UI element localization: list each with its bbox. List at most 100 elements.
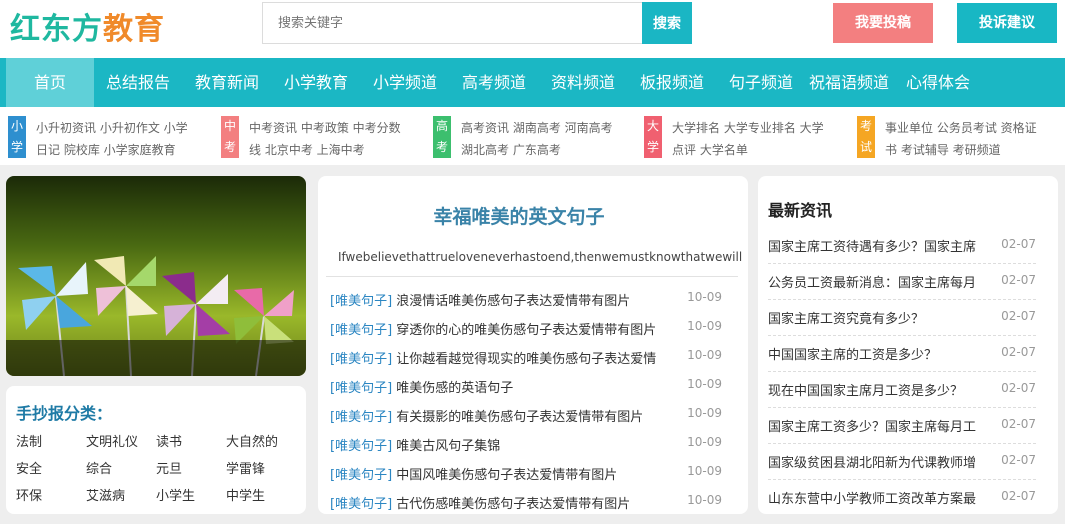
category-links-zhongkao-1[interactable]: 中考资讯 中考政策 中考分数 <box>249 119 421 136</box>
article-row[interactable]: [唯美句子] 古代伤感唯美伤感句子表达爱情带有图片 10-09 <box>330 493 722 513</box>
article-category[interactable]: [唯美句子] <box>330 352 392 367</box>
category-links-exam-1[interactable]: 事业单位 公务员考试 资格证 <box>885 119 1060 136</box>
nav-item-sentence-channel[interactable]: 句子频道 <box>729 58 793 107</box>
classify-item[interactable]: 大自然的 <box>226 431 278 450</box>
nav-item-experience[interactable]: 心得体会 <box>906 58 970 107</box>
site-logo[interactable]: 红东方教育 <box>10 4 165 48</box>
news-date: 02-07 <box>1001 381 1036 395</box>
logo-text-main: 红东方 <box>10 12 103 47</box>
nav-item-home[interactable]: 首页 <box>6 58 94 107</box>
classify-item[interactable]: 中学生 <box>226 485 265 504</box>
category-tag-zhongkao[interactable]: 中考 <box>221 116 239 158</box>
classify-item[interactable]: 元旦 <box>156 458 182 477</box>
classify-item[interactable]: 读书 <box>156 431 182 450</box>
nav-item-blackboard-channel[interactable]: 板报频道 <box>640 58 704 107</box>
article-date: 10-09 <box>687 348 722 362</box>
article-row[interactable]: [唯美句子] 浪漫情话唯美伤感句子表达爱情带有图片 10-09 <box>330 290 722 310</box>
category-links-university-2[interactable]: 点评 大学名单 <box>672 141 844 158</box>
nav-item-summary[interactable]: 总结报告 <box>106 58 170 107</box>
classify-item[interactable]: 法制 <box>16 431 42 450</box>
classify-item[interactable]: 安全 <box>16 458 42 477</box>
article-category[interactable]: [唯美句子] <box>330 381 392 396</box>
news-title[interactable]: 国家主席工资待遇有多少？国家主席 <box>768 236 994 255</box>
main-nav: 首页 总结报告 教育新闻 小学教育 小学频道 高考频道 资料频道 板报频道 句子… <box>0 58 1065 107</box>
category-links-exam-2[interactable]: 书 考试辅导 考研频道 <box>885 141 1060 158</box>
nav-item-education-news[interactable]: 教育新闻 <box>195 58 259 107</box>
classify-title: 手抄报分类： <box>16 404 113 423</box>
classify-item[interactable]: 小学生 <box>156 485 195 504</box>
article-category[interactable]: [唯美句子] <box>330 497 392 512</box>
news-row[interactable]: 中国国家主席的工资是多少？ 02-07 <box>768 336 1036 372</box>
news-row[interactable]: 现在中国国家主席月工资是多少？ 02-07 <box>768 372 1036 408</box>
article-category[interactable]: [唯美句子] <box>330 294 392 309</box>
news-row[interactable]: 公务员工资最新消息：国家主席每月 02-07 <box>768 264 1036 300</box>
classify-item[interactable]: 学雷锋 <box>226 458 265 477</box>
article-row[interactable]: [唯美句子] 中国风唯美伤感句子表达爱情带有图片 10-09 <box>330 464 722 484</box>
category-tag-exam[interactable]: 考试 <box>857 116 875 158</box>
submit-article-button[interactable]: 我要投稿 <box>833 3 933 43</box>
category-links-gaokao-1[interactable]: 高考资讯 湖南高考 河南高考 <box>461 119 633 136</box>
article-date: 10-09 <box>687 493 722 507</box>
article-row[interactable]: [唯美句子] 穿透你的心的唯美伤感句子表达爱情带有图片 10-09 <box>330 319 722 339</box>
article-title[interactable]: 让你越看越觉得现实的唯美伤感句子表达爱情 <box>396 348 656 367</box>
nav-item-primary-channel[interactable]: 小学频道 <box>373 58 437 107</box>
news-date: 02-07 <box>1001 345 1036 359</box>
news-title[interactable]: 中国国家主席的工资是多少？ <box>768 344 994 363</box>
article-title[interactable]: 穿透你的心的唯美伤感句子表达爱情带有图片 <box>396 319 656 338</box>
nav-item-primary-education[interactable]: 小学教育 <box>284 58 348 107</box>
news-date: 02-07 <box>1001 237 1036 251</box>
news-title[interactable]: 国家级贫困县湖北阳新为代课教师增 <box>768 452 994 471</box>
news-title[interactable]: 公务员工资最新消息：国家主席每月 <box>768 272 994 291</box>
category-links-university-1[interactable]: 大学排名 大学专业排名 大学 <box>672 119 844 136</box>
news-title[interactable]: 现在中国国家主席月工资是多少？ <box>768 380 994 399</box>
category-links-zhongkao-2[interactable]: 线 北京中考 上海中考 <box>249 141 421 158</box>
news-row[interactable]: 山东东营中小学教师工资改革方案最 02-07 <box>768 480 1036 516</box>
search-input[interactable] <box>262 2 643 44</box>
classify-item[interactable]: 文明礼仪 <box>86 431 138 450</box>
feature-divider <box>326 276 738 277</box>
article-title[interactable]: 浪漫情话唯美伤感句子表达爱情带有图片 <box>396 290 630 309</box>
feature-title[interactable]: 幸福唯美的英文句子 <box>318 202 720 229</box>
classify-item[interactable]: 环保 <box>16 485 42 504</box>
article-category[interactable]: [唯美句子] <box>330 323 392 338</box>
article-row[interactable]: [唯美句子] 有关摄影的唯美伤感句子表达爱情带有图片 10-09 <box>330 406 722 426</box>
category-links-primary-2[interactable]: 日记 院校库 小学家庭教育 <box>36 141 208 158</box>
category-links-primary-1[interactable]: 小升初资讯 小升初作文 小学 <box>36 119 208 136</box>
article-title[interactable]: 唯美伤感的英语句子 <box>396 377 513 396</box>
news-row[interactable]: 国家主席工资待遇有多少？国家主席 02-07 <box>768 228 1036 264</box>
article-row[interactable]: [唯美句子] 唯美伤感的英语句子 10-09 <box>330 377 722 397</box>
news-date: 02-07 <box>1001 309 1036 323</box>
category-tag-gaokao[interactable]: 高考 <box>433 116 451 158</box>
news-title[interactable]: 国家主席工资多少？国家主席每月工 <box>768 416 994 435</box>
search-button[interactable]: 搜索 <box>642 2 692 44</box>
article-category[interactable]: [唯美句子] <box>330 410 392 425</box>
article-row[interactable]: [唯美句子] 唯美古风句子集锦 10-09 <box>330 435 722 455</box>
article-title[interactable]: 有关摄影的唯美伤感句子表达爱情带有图片 <box>396 406 643 425</box>
category-links-gaokao-2[interactable]: 湖北高考 广东高考 <box>461 141 633 158</box>
banner-image-pinwheels[interactable] <box>6 176 306 376</box>
news-title[interactable]: 国家主席工资究竟有多少？ <box>768 308 994 327</box>
news-date: 02-07 <box>1001 453 1036 467</box>
category-tag-university[interactable]: 大学 <box>644 116 662 158</box>
nav-item-materials-channel[interactable]: 资料频道 <box>551 58 615 107</box>
article-title[interactable]: 唯美古风句子集锦 <box>396 435 500 454</box>
nav-item-blessing-channel[interactable]: 祝福语频道 <box>809 58 889 107</box>
news-title[interactable]: 山东东营中小学教师工资改革方案最 <box>768 488 994 507</box>
article-title[interactable]: 古代伤感唯美伤感句子表达爱情带有图片 <box>396 493 630 512</box>
news-date: 02-07 <box>1001 489 1036 503</box>
article-row[interactable]: [唯美句子] 让你越看越觉得现实的唯美伤感句子表达爱情 10-09 <box>330 348 722 368</box>
article-title[interactable]: 中国风唯美伤感句子表达爱情带有图片 <box>396 464 617 483</box>
article-category[interactable]: [唯美句子] <box>330 468 392 483</box>
nav-item-gaokao-channel[interactable]: 高考频道 <box>462 58 526 107</box>
news-row[interactable]: 国家主席工资究竟有多少？ 02-07 <box>768 300 1036 336</box>
news-row[interactable]: 国家级贫困县湖北阳新为代课教师增 02-07 <box>768 444 1036 480</box>
feedback-button[interactable]: 投诉建议 <box>957 3 1057 43</box>
article-date: 10-09 <box>687 464 722 478</box>
classify-item[interactable]: 综合 <box>86 458 112 477</box>
article-category[interactable]: [唯美句子] <box>330 439 392 454</box>
news-row[interactable]: 国家主席工资多少？国家主席每月工 02-07 <box>768 408 1036 444</box>
category-tag-primary[interactable]: 小学 <box>8 116 26 158</box>
article-date: 10-09 <box>687 319 722 333</box>
classify-item[interactable]: 艾滋病 <box>86 485 125 504</box>
feature-excerpt: Ifwebelievethattrueloveneverhastoend,the… <box>338 250 742 264</box>
